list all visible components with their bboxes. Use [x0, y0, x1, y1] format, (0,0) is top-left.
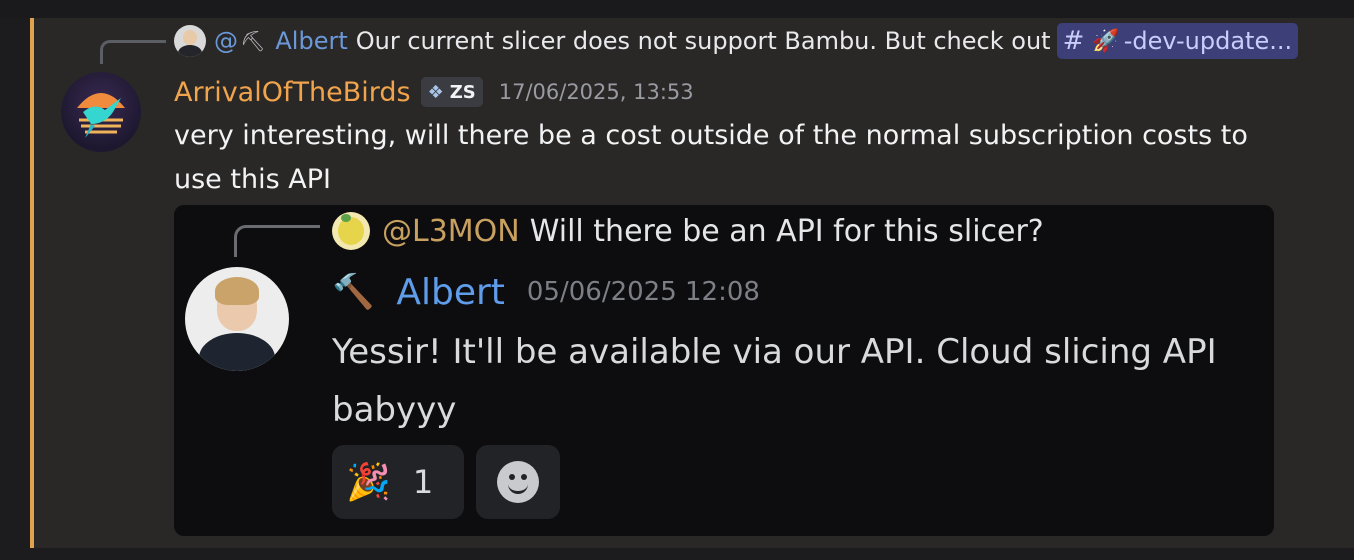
server-tag-label: ZS — [449, 81, 476, 103]
channel-name: -dev-update... — [1123, 27, 1293, 55]
embed-reply-text: Will there be an API for this slicer? — [529, 213, 1044, 249]
reply-author-name[interactable]: Albert — [275, 27, 347, 55]
reply-preview-text[interactable]: Our current slicer does not support Bamb… — [356, 27, 1051, 55]
channel-mention[interactable]: # 🚀 -dev-update... — [1056, 23, 1299, 59]
author-name[interactable]: ArrivalOfTheBirds — [174, 77, 411, 108]
message-header: ArrivalOfTheBirds ❖ ZS 17/06/2025, 13:53 — [174, 74, 694, 110]
reaction-count: 1 — [412, 463, 434, 501]
lemon-avatar-icon — [332, 212, 370, 250]
embed-message-text: Yessir! It'll be available via our API. … — [332, 332, 1217, 430]
reply-at-sign[interactable]: @ — [214, 27, 238, 55]
embed-author-avatar — [185, 267, 289, 371]
embed-author-name: Albert — [396, 271, 505, 313]
embed-header: 🔨 Albert 05/06/2025 12:08 — [332, 267, 760, 317]
bottom-strip — [0, 548, 1354, 560]
hammer-icon: 🔨 — [332, 272, 375, 312]
reply-reference[interactable]: @ ⛏ Albert Our current slicer does not s… — [174, 22, 1299, 60]
rocket-icon: 🚀 — [1092, 28, 1120, 54]
embed-reply-mention: @L3MON — [382, 213, 520, 249]
tag-diamond-icon: ❖ — [427, 81, 444, 103]
reply-avatar[interactable] — [174, 25, 206, 57]
reaction-party: 🎉 1 — [332, 445, 464, 519]
add-reaction — [476, 445, 560, 519]
server-tag[interactable]: ❖ ZS — [420, 77, 483, 107]
message-timestamp[interactable]: 17/06/2025, 13:53 — [499, 80, 694, 104]
party-popper-icon: 🎉 — [346, 462, 391, 503]
hammer-icon: ⛏ — [240, 29, 266, 53]
embed-reply-spine — [234, 225, 320, 257]
embed-timestamp: 05/06/2025 12:08 — [526, 277, 760, 307]
top-strip — [0, 0, 1354, 18]
add-reaction-icon — [497, 461, 539, 503]
author-avatar[interactable] — [61, 72, 141, 152]
message-text: very interesting, will there be a cost o… — [174, 120, 1248, 195]
hash-icon: # — [1062, 26, 1085, 56]
reply-spine — [100, 40, 166, 64]
attached-image[interactable]: @L3MON Will there be an API for this sli… — [174, 205, 1274, 536]
embed-reply-reference: @L3MON Will there be an API for this sli… — [332, 209, 1044, 253]
